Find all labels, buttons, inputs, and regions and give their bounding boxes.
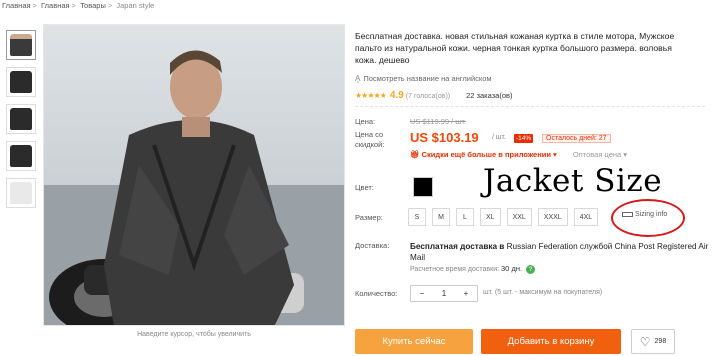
breadcrumb: Главная > Главная > Товары > Japan style (2, 1, 155, 10)
breadcrumb-products[interactable]: Товары (80, 1, 106, 10)
days-left-badge: Осталось дней: 27 (542, 134, 611, 143)
breadcrumb-current: Japan style (116, 1, 155, 10)
quantity-note: шт. (5 шт. - максимум на покупателя) (483, 289, 603, 296)
translate-icon: A̧ (355, 74, 361, 83)
heart-icon: ♡ (639, 334, 651, 349)
quantity-input[interactable]: 1 (433, 289, 455, 298)
add-to-cart-button[interactable]: Добавить в корзину (481, 329, 621, 354)
rating-value: 4.9 (389, 90, 404, 101)
size-option-xl[interactable]: XL (480, 208, 501, 226)
app-promo-label: Скидки ещё больше в приложении (421, 150, 551, 159)
estimate-value: 30 дн. (501, 264, 523, 273)
estimate-label: Расчетное время доставки: (410, 266, 500, 273)
red-circle-annotation (611, 199, 685, 237)
quantity-label: Количество: (355, 289, 398, 298)
translate-link[interactable]: A̧ Посмотреть название на английском (355, 74, 492, 83)
chevron-down-icon: ▾ (552, 150, 557, 159)
size-option-l[interactable]: L (456, 208, 474, 226)
product-photo-illustration: TRIUMPH (44, 25, 344, 325)
product-title: Бесплатная доставка. новая стильная кожа… (355, 31, 675, 65)
size-option-m[interactable]: M (432, 208, 450, 226)
discount-badge: -14% (514, 134, 534, 143)
quantity-plus-button[interactable]: + (455, 289, 477, 298)
free-shipping-label: Бесплатная доставка в (410, 242, 505, 251)
translate-label: Посмотреть название на английском (363, 74, 492, 83)
size-option-4xl[interactable]: 4XL (573, 208, 599, 226)
thumbnail-3[interactable] (6, 104, 36, 134)
main-product-image[interactable]: TRIUMPH (43, 24, 345, 326)
thumbnail-5[interactable] (6, 178, 36, 208)
quantity-stepper[interactable]: − 1 + (410, 285, 478, 302)
thumbnail-list (6, 30, 38, 215)
color-label: Цвет: (355, 183, 374, 192)
wishlist-count: 298 (654, 338, 667, 345)
shipping-estimate: Расчетное время доставки: 30 дн. ? (410, 264, 535, 274)
discount-price-label: Цена со скидкой: (355, 130, 385, 149)
old-price: US $119.99 / шт. (410, 117, 467, 126)
price-label: Цена: (355, 117, 376, 126)
breadcrumb-home[interactable]: Главная (2, 1, 31, 10)
color-swatch-black[interactable] (413, 177, 433, 197)
jacket-size-annotation: Jacket Size (483, 163, 663, 199)
wishlist-button[interactable]: ♡ 298 (631, 329, 675, 354)
quantity-minus-button[interactable]: − (411, 289, 433, 298)
orders-count: 22 заказа(ов) (466, 91, 513, 100)
size-option-xxl[interactable]: XXL (506, 208, 532, 226)
chevron-down-icon: ▾ (621, 150, 628, 159)
rating-row: ★★★★★ 4.9 (7 голоса(ов)) 22 заказа(ов) (355, 90, 512, 101)
thumbnail-2[interactable] (6, 67, 36, 97)
thumbnail-4[interactable] (6, 141, 36, 171)
star-rating-icon: ★★★★★ (355, 91, 387, 100)
votes-count[interactable]: (7 голоса(ов)) (406, 93, 450, 100)
shipping-method[interactable]: Бесплатная доставка в Russian Federation… (410, 241, 710, 263)
divider (355, 106, 705, 107)
size-option-s[interactable]: S (408, 208, 426, 226)
wholesale-link[interactable]: Оптовая цена (573, 150, 621, 159)
per-unit: / шт. (492, 134, 506, 141)
gift-icon: 🎁︎ (410, 150, 420, 159)
discount-price: US $103.19 (410, 130, 479, 145)
zoom-hint: Наведите курсор, чтобы увеличить (137, 331, 251, 338)
size-options: S M L XL XXL XXXL 4XL (408, 208, 599, 226)
size-option-xxxl[interactable]: XXXL (537, 208, 568, 226)
help-icon[interactable]: ? (526, 264, 535, 274)
buy-now-button[interactable]: Купить сейчас (355, 329, 473, 354)
shipping-label: Доставка: (355, 241, 390, 250)
thumbnail-1[interactable] (6, 30, 36, 60)
size-label: Размер: (355, 213, 383, 222)
app-promo[interactable]: 🎁︎ Скидки ещё больше в приложении ▾ Оптов… (410, 150, 627, 159)
breadcrumb-home-2[interactable]: Главная (41, 1, 70, 10)
